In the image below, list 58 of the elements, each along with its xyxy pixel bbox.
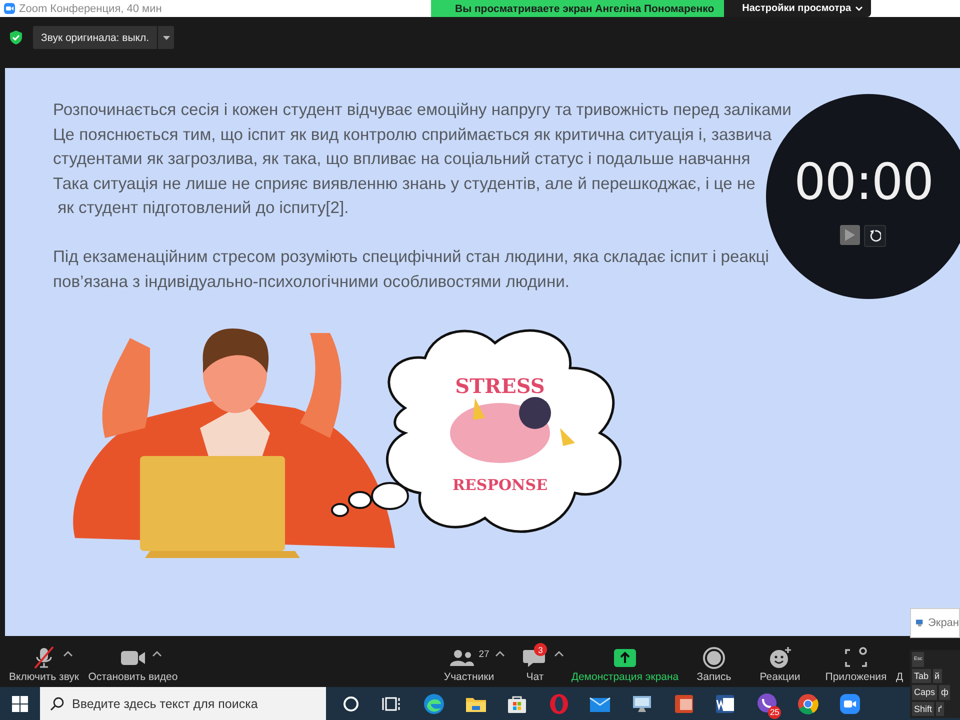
slide-text-line: студентами як загрозлива, як така, що впливає на соціальний статус і подальше навчання: [53, 148, 752, 170]
notification-badge: 25: [768, 706, 782, 719]
chevron-down-icon: [855, 6, 864, 12]
slide-text-line: Під екзаменаційним стресом розуміють специфічний стан людини, яка складає іспит і реакці: [53, 246, 770, 268]
toolbar-button[interactable]: Включить звук: [5, 636, 83, 687]
keyboard-key[interactable]: Shift: [912, 702, 934, 716]
slide-text-line: пов’язана з індивідуально-психологічними особливостями людини.: [53, 270, 570, 292]
window-title: Zoom Конференция, 40 мин: [19, 2, 162, 14]
original-sound-button[interactable]: Звук оригинала: выкл.: [33, 26, 158, 49]
record-icon: [701, 646, 727, 670]
phone-bubble-icon[interactable]: [754, 692, 779, 716]
toolbar-button[interactable]: Приложения: [816, 636, 896, 687]
caret-down-icon: [162, 36, 170, 40]
start-button-icon[interactable]: [12, 696, 28, 712]
browser-circle-icon[interactable]: [796, 692, 820, 716]
caret-up-icon[interactable]: [63, 651, 73, 657]
zoom-logo-icon: [4, 3, 15, 14]
stress-word: STRESS: [455, 374, 545, 398]
reset-icon: [868, 230, 880, 242]
toolbar-button[interactable]: Остановить видео: [83, 636, 183, 687]
participant-count: 27: [478, 649, 490, 660]
view-options-button[interactable]: Настройки просмотра: [724, 0, 872, 17]
toolbar-button[interactable]: Д: [896, 636, 910, 687]
caret-up-icon[interactable]: [152, 651, 162, 657]
keyboard-key[interactable]: й: [932, 668, 942, 683]
reset-button[interactable]: [864, 224, 886, 246]
shield-check-icon: [9, 30, 23, 45]
share-banner: Вы просматриваете экран Ангеліна Пономаренко: [431, 0, 724, 17]
keyboard-key[interactable]: ґ: [936, 702, 944, 716]
apps-icon: [843, 646, 869, 670]
monitor-icon: [916, 618, 924, 628]
toolbar-button[interactable]: Демонстрация экрана: [566, 636, 684, 687]
slide-text-line: Така ситуація не лише не сприяє виявленню знань у студентів, але й перешкоджає, і це не: [53, 172, 756, 194]
toolbar-button[interactable]: Реакции: [744, 636, 816, 687]
keyboard-key[interactable]: Caps: [912, 685, 938, 700]
caret-up-icon[interactable]: [495, 651, 506, 657]
toolbar-button[interactable]: 3 Чат: [504, 636, 566, 687]
dropdown-button[interactable]: [158, 26, 174, 49]
slide-text-line: Розпочинається сесія і кожен студент відчуває емоційну напругу та тривожність перед заліками: [53, 99, 792, 121]
taskbar-search-field[interactable]: Введите здесь текст для поиска: [40, 687, 326, 720]
response-word: RESPONSE: [452, 476, 548, 494]
video-camera-icon[interactable]: [838, 692, 862, 716]
slide-text-line: як студент підготовлений до іспиту[2].: [56, 197, 350, 219]
share-screen-icon: [612, 646, 638, 670]
browser-swirl-icon[interactable]: [422, 692, 446, 716]
play-icon: [844, 228, 854, 240]
smiley-plus-icon: [767, 646, 793, 670]
keyboard-key[interactable]: ф: [939, 685, 950, 700]
notification-popup[interactable]: Экран: [910, 608, 960, 638]
slide-text-line: Це пояснюється тим, що іспит як вид контролю сприймається як критична ситуація і, зазвича: [53, 124, 773, 146]
caret-up-icon[interactable]: [554, 651, 564, 657]
toolbar-button[interactable]: Запись: [684, 636, 744, 687]
search-icon: [50, 696, 64, 710]
keyboard-key[interactable]: Tab: [912, 668, 931, 683]
toolbar-button[interactable]: 27 Участники: [434, 636, 504, 687]
unread-badge: 3: [534, 643, 547, 656]
timer-display: 00:00: [794, 152, 934, 210]
play-button[interactable]: [840, 224, 860, 244]
